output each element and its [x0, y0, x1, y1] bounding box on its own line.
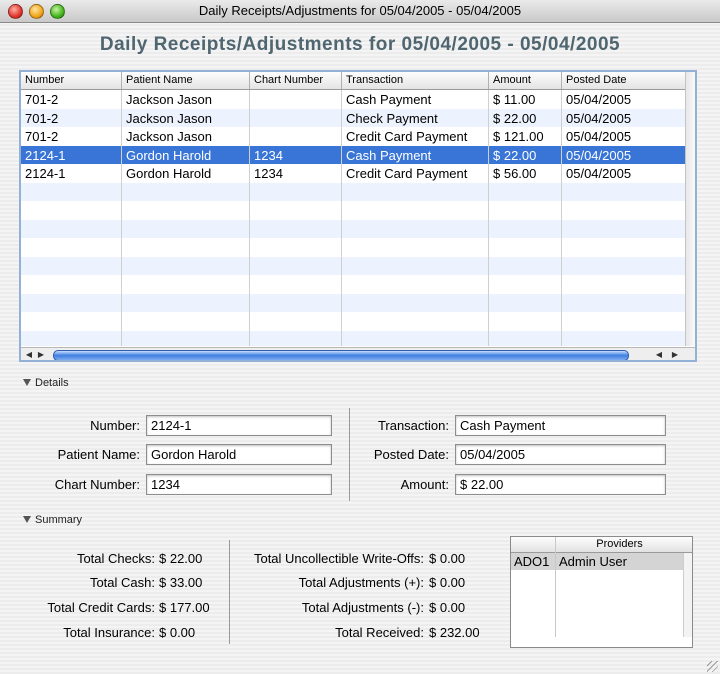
cell-number: 701-2	[25, 129, 59, 144]
total-adjustments-minus-label: Total Adjustments (-):	[301, 600, 424, 615]
column-header-patient-name[interactable]: Patient Name	[122, 72, 250, 89]
table-header: Number Patient Name Chart Number Transac…	[21, 72, 685, 90]
window-title: Daily Receipts/Adjustments for 05/04/200…	[198, 3, 522, 18]
cell-chart-number: 1234	[254, 147, 283, 163]
column-divider	[561, 90, 562, 346]
summary-section-label: Summary	[35, 514, 83, 526]
column-header-number[interactable]: Number	[21, 72, 122, 89]
receipts-table[interactable]: Number Patient Name Chart Number Transac…	[19, 70, 697, 362]
cell-amount: $ 11.00	[493, 92, 536, 107]
cell-posted-date: 05/04/2005	[566, 92, 632, 107]
column-divider	[121, 90, 122, 346]
transaction-label: Transaction:	[377, 418, 449, 433]
posted-date-label: Posted Date:	[373, 447, 449, 462]
column-divider	[488, 90, 489, 346]
providers-column-divider	[555, 537, 556, 637]
cell-transaction: Cash Payment	[346, 147, 432, 163]
cell-chart-number: 1234	[254, 166, 283, 181]
cell-amount: $ 22.00	[493, 147, 537, 163]
total-received-value: $ 232.00	[429, 625, 480, 640]
scroll-left-arrow-icon[interactable]: ◀	[23, 348, 35, 360]
total-adjustments-plus-value: $ 0.00	[429, 575, 466, 590]
provider-name: Admin User	[559, 554, 627, 569]
total-adjustments-minus-value: $ 0.00	[429, 600, 466, 615]
cell-number: 2124-1	[25, 147, 66, 163]
cell-amount: $ 121.00	[493, 129, 544, 144]
cell-patient-name: Jackson Jason	[126, 129, 212, 144]
scroll-right-arrow-icon[interactable]: ▶	[669, 348, 681, 360]
number-label: Number:	[90, 418, 140, 433]
cell-patient-name: Jackson Jason	[126, 110, 212, 126]
cell-transaction: Credit Card Payment	[346, 166, 468, 181]
providers-column-header[interactable]: Providers	[556, 537, 683, 552]
providers-scrollbar[interactable]	[683, 553, 692, 637]
page-title: Daily Receipts/Adjustments for 05/04/200…	[99, 34, 621, 55]
cell-amount: $ 56.00	[493, 166, 537, 181]
cell-transaction: Credit Card Payment	[346, 129, 468, 144]
chart-number-label: Chart Number:	[54, 477, 140, 492]
cell-posted-date: 05/04/2005	[566, 110, 632, 126]
cell-posted-date: 05/04/2005	[566, 166, 632, 181]
cell-number: 2124-1	[25, 166, 66, 181]
horizontal-scroll-thumb[interactable]	[53, 350, 629, 360]
number-field[interactable]: 2124-1	[146, 415, 332, 436]
horizontal-scrollbar[interactable]: ◀ ▶ ◀ ▶	[21, 347, 695, 360]
total-uncollectible-value: $ 0.00	[429, 551, 466, 566]
details-disclosure[interactable]: Details	[23, 377, 69, 389]
column-header-chart-number[interactable]: Chart Number	[250, 72, 342, 89]
cell-patient-name: Gordon Harold	[126, 147, 212, 163]
close-window-button[interactable]	[8, 4, 23, 19]
patient-name-label: Patient Name:	[57, 447, 140, 462]
amount-field[interactable]: $ 22.00	[455, 474, 666, 495]
total-received-label: Total Received:	[335, 625, 424, 640]
provider-code: ADO1	[514, 554, 550, 569]
providers-table[interactable]: Providers ADO1 Admin User	[510, 536, 693, 648]
disclosure-triangle-icon[interactable]	[23, 379, 31, 386]
amount-label: Amount:	[400, 477, 449, 492]
column-header-posted-date[interactable]: Posted Date	[562, 72, 685, 89]
transaction-field[interactable]: Cash Payment	[455, 415, 666, 436]
cell-number: 701-2	[25, 92, 59, 107]
zoom-window-button[interactable]	[50, 4, 65, 19]
provider-row[interactable]: ADO1 Admin User	[511, 553, 683, 570]
resize-grip-icon[interactable]	[707, 661, 718, 672]
cell-transaction: Cash Payment	[346, 92, 432, 107]
window-titlebar: Daily Receipts/Adjustments for 05/04/200…	[0, 0, 720, 23]
column-header-amount[interactable]: Amount	[489, 72, 562, 89]
posted-date-field[interactable]: 05/04/2005	[455, 444, 666, 465]
cell-patient-name: Jackson Jason	[126, 92, 212, 107]
cell-chart-number	[250, 127, 254, 146]
scroll-left-arrow-icon[interactable]: ◀	[653, 348, 665, 360]
cell-transaction: Check Payment	[346, 110, 438, 126]
vertical-scrollbar[interactable]	[685, 72, 695, 346]
chart-number-field[interactable]: 1234	[146, 474, 332, 495]
minimize-window-button[interactable]	[29, 4, 44, 19]
patient-name-field[interactable]: Gordon Harold	[146, 444, 332, 465]
total-uncollectible-label: Total Uncollectible Write-Offs:	[253, 551, 424, 566]
column-header-transaction[interactable]: Transaction	[342, 72, 489, 89]
cell-chart-number	[250, 109, 254, 128]
column-divider	[341, 90, 342, 346]
providers-header: Providers	[511, 537, 692, 553]
cell-number: 701-2	[25, 110, 59, 126]
cell-amount: $ 22.00	[493, 110, 537, 126]
disclosure-triangle-icon[interactable]	[23, 516, 31, 523]
cell-patient-name: Gordon Harold	[126, 166, 212, 181]
cell-chart-number	[250, 90, 254, 109]
summary-disclosure[interactable]: Summary	[23, 514, 82, 526]
details-section-label: Details	[35, 377, 69, 389]
total-adjustments-plus-label: Total Adjustments (+):	[298, 575, 424, 590]
cell-posted-date: 05/04/2005	[566, 129, 632, 144]
cell-posted-date: 05/04/2005	[566, 147, 632, 163]
column-divider	[249, 90, 250, 346]
scroll-right-arrow-icon[interactable]: ▶	[35, 348, 47, 360]
